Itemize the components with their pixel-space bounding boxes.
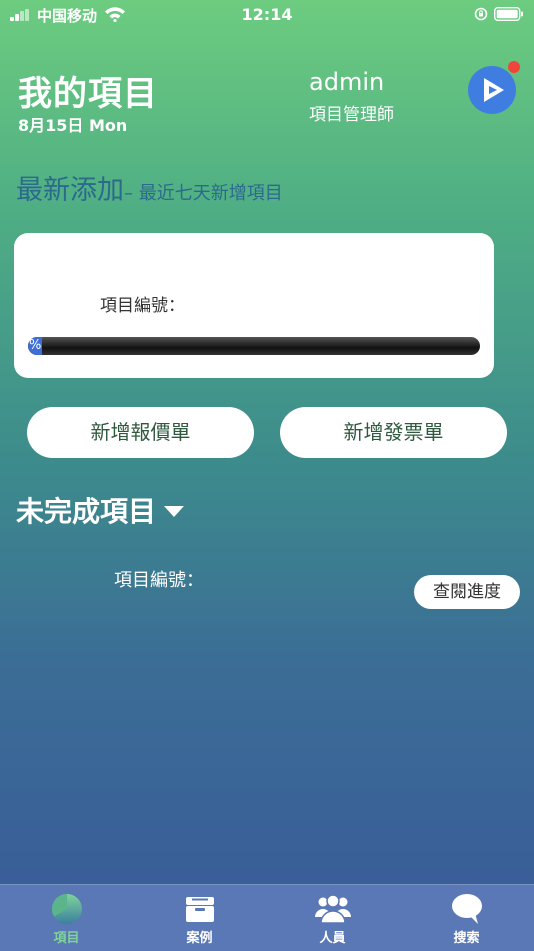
user-role: 項目管理師 — [309, 105, 394, 125]
page-title: 我的項目 — [18, 74, 158, 114]
project-number-label: 項目編號： — [100, 296, 185, 316]
tab-bar: 項目 案例 人員 搜索 — [0, 884, 534, 951]
view-progress-button[interactable]: 查閱進度 — [414, 575, 520, 609]
progress-percent: % — [29, 338, 42, 353]
tab-search[interactable]: 搜索 — [400, 885, 533, 951]
tab-people[interactable]: 人員 — [266, 885, 399, 951]
dropdown-triangle-icon[interactable] — [164, 506, 184, 517]
play-icon — [484, 78, 504, 102]
orientation-lock-icon — [474, 7, 488, 21]
status-bar: 中国移动 12:14 — [0, 0, 534, 30]
recent-project-card[interactable]: 項目編號： % — [14, 233, 494, 378]
search-bubble-icon — [451, 894, 482, 924]
tab-label: 搜索 — [453, 931, 480, 946]
battery-icon — [494, 7, 523, 21]
current-date: 8月15日 Mon — [18, 116, 128, 135]
username: admin — [309, 68, 385, 96]
recent-heading: 最新添加 — [16, 175, 124, 206]
incomplete-projects-heading: 未完成項目 — [16, 495, 157, 528]
project-progress-bar: % — [28, 337, 480, 355]
recent-subheading: – 最近七天新增項目 — [124, 183, 283, 204]
status-time: 12:14 — [241, 5, 293, 24]
recent-section-heading: 最新添加– 最近七天新增項目 — [16, 168, 283, 207]
case-box-icon — [185, 897, 214, 922]
play-button[interactable] — [468, 61, 520, 114]
tab-label: 項目 — [53, 931, 80, 946]
tab-projects[interactable]: 項目 — [0, 885, 133, 951]
pie-chart-icon — [51, 894, 82, 924]
new-quote-button[interactable]: 新增報價單 — [27, 407, 254, 458]
tab-label: 人員 — [319, 931, 346, 946]
tab-cases[interactable]: 案例 — [133, 885, 266, 951]
notification-dot — [508, 61, 520, 73]
tab-label: 案例 — [186, 931, 213, 946]
new-invoice-button[interactable]: 新增發票單 — [280, 407, 507, 458]
project-number-label: 項目編號： — [114, 570, 204, 591]
people-icon — [314, 894, 351, 924]
